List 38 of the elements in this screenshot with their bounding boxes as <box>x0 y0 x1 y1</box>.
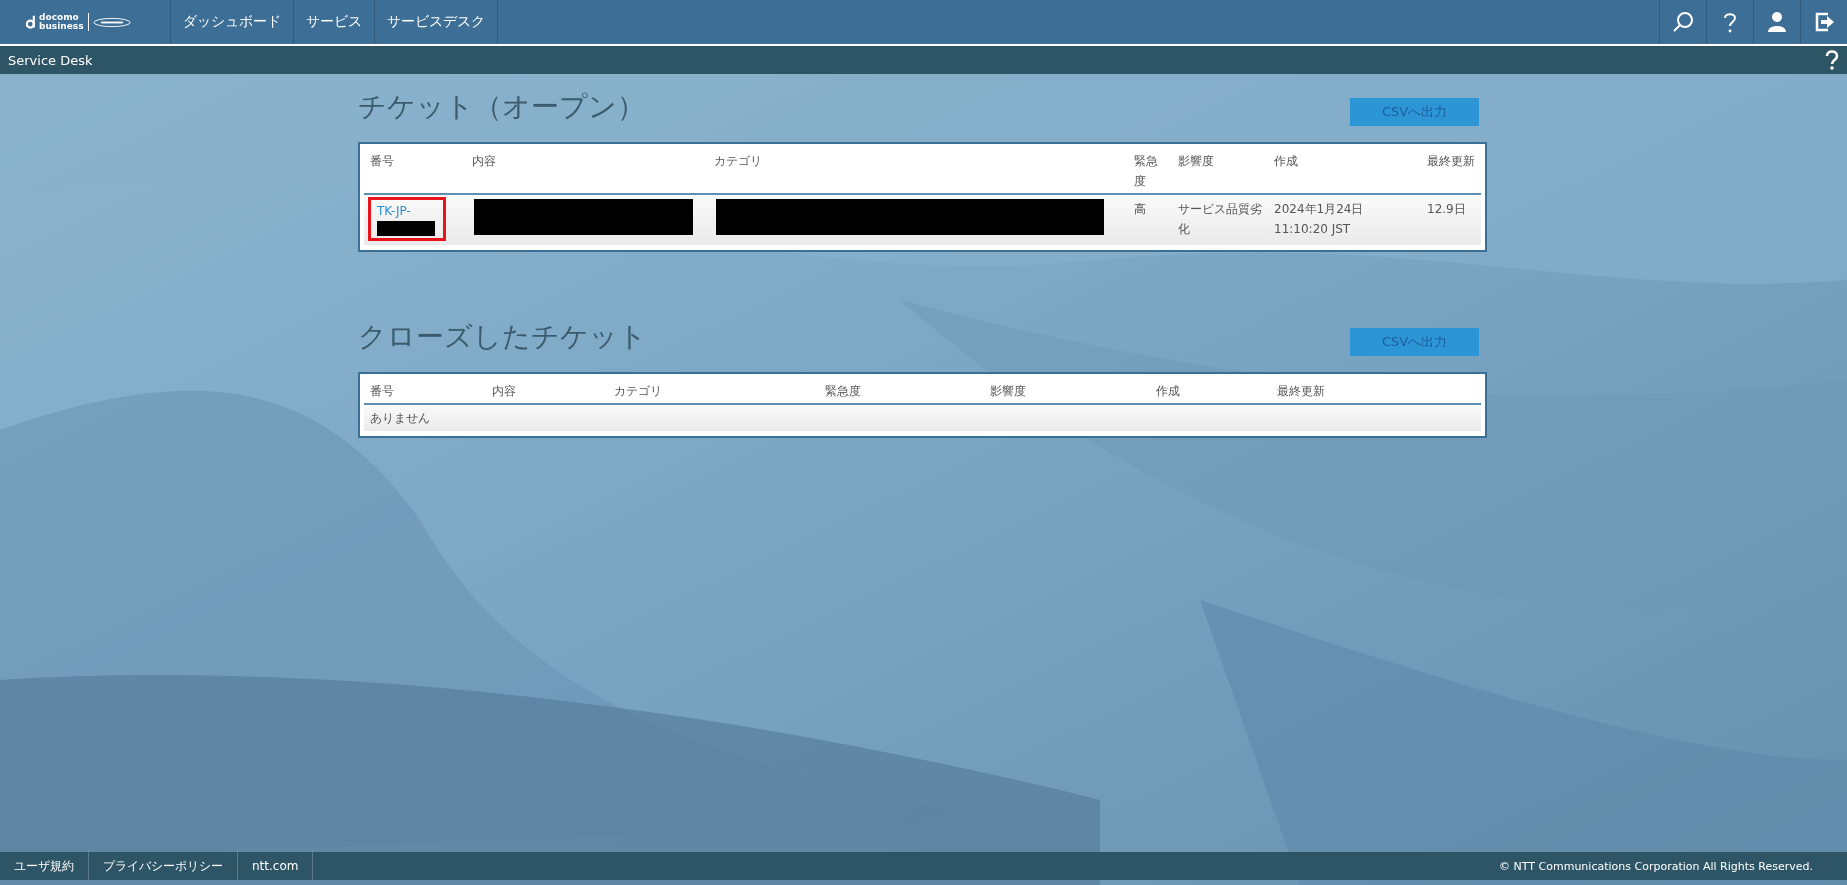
column-header: カテゴリ <box>713 153 763 170</box>
column-header: 緊急度 <box>1133 153 1159 190</box>
column-header: 影響度 <box>989 383 1027 400</box>
help-icon[interactable] <box>1825 50 1839 70</box>
column-header: 番号 <box>369 383 395 400</box>
user-icon <box>1765 10 1789 34</box>
logo-mark-icon <box>26 15 36 29</box>
column-header: 番号 <box>369 153 395 170</box>
column-header: 作成 <box>1155 383 1181 400</box>
brand-emblem-icon <box>91 16 132 28</box>
table-cell: 2024年1月24日 11:10:20 JST <box>1274 202 1364 236</box>
section-title: チケット（オープン） <box>358 89 645 125</box>
column-header: 影響度 <box>1177 153 1215 170</box>
ticket-link[interactable]: TK-JP- <box>377 201 437 221</box>
table-cell: 12.9日 <box>1427 202 1466 216</box>
footer-link[interactable]: プライバシーポリシー <box>89 852 238 880</box>
footer-link[interactable]: ユーザ規約 <box>0 852 89 880</box>
copyright-text: © NTT Communications Corporation All Rights Reserved. <box>1499 859 1813 873</box>
search-icon <box>1671 10 1695 34</box>
section-title: クローズしたチケット <box>358 319 647 355</box>
logo-text: docomo business <box>39 13 89 31</box>
column-header: 最終更新 <box>1426 153 1476 170</box>
footer-link[interactable]: ntt.com <box>238 852 314 880</box>
logo[interactable]: docomo business <box>0 0 171 44</box>
column-header: 作成 <box>1273 153 1299 170</box>
column-header: 内容 <box>491 383 517 400</box>
column-header: 緊急度 <box>824 383 862 400</box>
column-header: 内容 <box>471 153 497 170</box>
column-header: カテゴリ <box>613 383 663 400</box>
table-cell: 高 <box>1134 202 1146 216</box>
nav-tab[interactable]: サービス <box>294 0 375 44</box>
ticket-row[interactable]: TK-JP- 高 サービス品質劣化 2024年1月24日 11:10:20 JST 12.9日 <box>364 195 1481 245</box>
nav-tab[interactable]: サービスデスク <box>375 0 498 44</box>
empty-message: ありません <box>370 410 431 427</box>
column-header: 最終更新 <box>1276 383 1326 400</box>
nav-tab[interactable]: ダッシュボード <box>171 0 294 44</box>
table-cell: サービス品質劣化 <box>1178 202 1262 236</box>
page-title: Service Desk <box>8 52 93 68</box>
